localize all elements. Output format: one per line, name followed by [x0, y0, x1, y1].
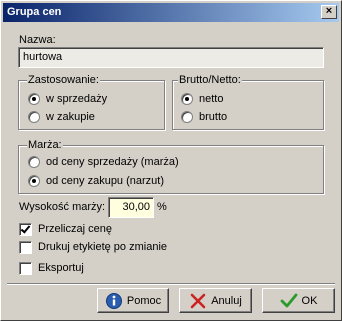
radio-net[interactable] — [181, 93, 193, 105]
gross-net-group-title: Brutto/Netto: — [178, 74, 242, 86]
margin-unit: % — [157, 201, 167, 213]
cancel-button[interactable]: Anuluj — [179, 288, 252, 313]
radio-gross[interactable] — [181, 111, 193, 123]
radio-net-label[interactable]: netto — [199, 93, 223, 106]
export-label[interactable]: Eksportuj — [38, 262, 84, 275]
info-icon — [105, 292, 123, 310]
ok-button-label: OK — [301, 294, 318, 307]
radio-margin-from-purchase-label[interactable]: od ceny zakupu (narzut) — [46, 175, 164, 188]
ok-button[interactable]: OK — [262, 288, 335, 313]
gross-net-group — [172, 80, 324, 130]
print-label-checkbox[interactable] — [19, 241, 32, 254]
name-label: Nazwa: — [19, 34, 56, 46]
print-label-label[interactable]: Drukuj etykietę po zmianie — [38, 241, 167, 254]
margin-amount-input[interactable]: 30,00 — [108, 197, 154, 218]
margin-amount-label: Wysokość marży: — [19, 201, 106, 213]
close-button[interactable]: × — [321, 5, 337, 19]
radio-purchase[interactable] — [28, 111, 40, 123]
radio-purchase-label[interactable]: w zakupie — [46, 111, 95, 124]
radio-sales-label[interactable]: w sprzedaży — [46, 93, 107, 106]
close-icon: × — [325, 5, 333, 17]
window-title: Grupa cen — [7, 6, 62, 18]
checkmark-icon — [280, 292, 298, 310]
radio-sales[interactable] — [28, 93, 40, 105]
margin-group-title: Marża: — [27, 139, 63, 151]
help-button[interactable]: Pomoc — [97, 288, 169, 313]
export-checkbox[interactable] — [19, 262, 32, 275]
radio-gross-label[interactable]: brutto — [199, 111, 227, 124]
recalculate-price-label[interactable]: Przeliczaj cenę — [38, 223, 112, 236]
dialog-window: Grupa cen × Nazwa: hurtowa Zastosowanie:… — [0, 0, 342, 321]
name-input[interactable]: hurtowa — [18, 47, 324, 68]
radio-margin-from-sale-label[interactable]: od ceny sprzedaży (marża) — [46, 156, 179, 169]
bottom-separator — [7, 283, 335, 285]
radio-margin-from-sale[interactable] — [28, 156, 40, 168]
radio-margin-from-purchase[interactable] — [28, 175, 40, 187]
cancel-button-label: Anuluj — [211, 294, 242, 307]
usage-group-title: Zastosowanie: — [27, 74, 100, 86]
x-icon — [189, 292, 207, 310]
title-bar[interactable]: Grupa cen × — [3, 3, 339, 22]
help-button-label: Pomoc — [126, 294, 162, 307]
recalculate-price-checkbox[interactable] — [19, 223, 32, 236]
